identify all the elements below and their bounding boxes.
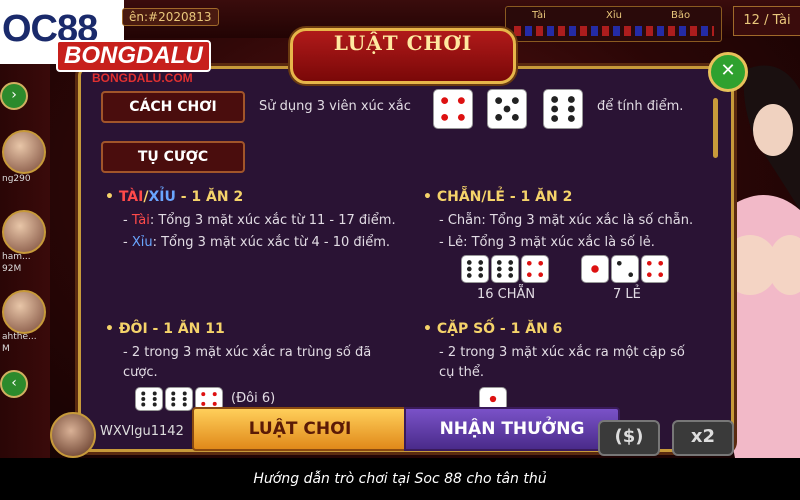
- brand-name: BONGDALU: [56, 40, 211, 72]
- doi-die-2: [165, 387, 193, 411]
- taixiu-line-2: - Xỉu: Tổng 3 mặt xúc xắc từ 4 - 10 điểm…: [123, 235, 391, 250]
- capso-heading: • CẶP SỐ - 1 ĂN 6: [423, 321, 563, 337]
- username: WXVlgu1142: [100, 424, 184, 439]
- bets-button[interactable]: TỤ CƯỢC: [101, 141, 245, 173]
- rules-modal: CÁCH CHƠI Sử dụng 3 viên xúc xắc để tính…: [78, 66, 734, 452]
- chanle-line-1: - Chẵn: Tổng 3 mặt xúc xắc là số chẵn.: [439, 213, 694, 228]
- user-avatar[interactable]: [50, 412, 96, 458]
- xiu-desc: : Tổng 3 mặt xúc xắc từ 4 - 10 điểm.: [152, 235, 391, 250]
- left-player-rail: › ng290 ham... 92M ahthe... M ‹: [0, 64, 50, 458]
- doi-example-label: (Đôi 6): [231, 391, 276, 406]
- player-label: M: [2, 344, 10, 354]
- modal-title: LUẬT CHƠI: [290, 28, 516, 84]
- history-tai-label: Tài: [532, 10, 546, 21]
- round-indicator: 12 / Tài: [733, 6, 800, 36]
- taixiu-heading: • TÀI/XỈU - 1 ĂN 2: [105, 189, 244, 205]
- chan-die-1: [461, 255, 489, 283]
- arrow-right-icon[interactable]: ›: [0, 82, 28, 110]
- chanle-heading: • CHẴN/LẺ - 1 ĂN 2: [423, 189, 573, 205]
- tai-desc: : Tổng 3 mặt xúc xắc từ 11 - 17 điểm.: [149, 213, 396, 228]
- capso-line-1: - 2 trong 3 mặt xúc xắc ra một cặp số: [439, 345, 685, 360]
- le-die-2: [611, 255, 639, 283]
- player-avatar[interactable]: [2, 290, 46, 334]
- tab-rules[interactable]: LUẬT CHƠI: [192, 407, 408, 451]
- how-to-play-pre: Sử dụng 3 viên xúc xắc: [259, 99, 411, 114]
- watermark-logo: BONGDALU BONGDALU.COM: [56, 40, 246, 90]
- game-scene: OC88 ên:#2020813 Tài Xỉu Bão 12 / Tài › …: [0, 0, 800, 458]
- player-label: 92M: [2, 264, 22, 274]
- brand-url: BONGDALU.COM: [92, 71, 193, 85]
- le-example-label: 7 LẺ: [613, 287, 641, 302]
- image-caption: Hướng dẫn trò chơi tại Soc 88 cho tân th…: [0, 458, 800, 500]
- double-button[interactable]: x2: [672, 420, 734, 456]
- history-bao-label: Bão: [671, 10, 691, 21]
- intro-die-2: [487, 89, 527, 129]
- chanle-heading-text: CHẴN/LẺ - 1 ĂN 2: [436, 189, 573, 205]
- xiu-key: Xỉu: [131, 235, 153, 250]
- player-id: ên:#2020813: [122, 8, 219, 26]
- chan-die-3: [521, 255, 549, 283]
- history-xiu-label: Xỉu: [606, 10, 622, 21]
- player-avatar[interactable]: [2, 130, 46, 174]
- how-to-play-button[interactable]: CÁCH CHƠI: [101, 91, 245, 123]
- le-die-1: [581, 255, 609, 283]
- doi-heading: • ĐÔI - 1 ĂN 11: [105, 321, 225, 337]
- player-avatar[interactable]: [2, 210, 46, 254]
- intro-die-1: [433, 89, 473, 129]
- player-label: ahthe...: [2, 332, 37, 342]
- how-to-play-post: để tính điểm.: [597, 99, 684, 114]
- intro-die-3: [543, 89, 583, 129]
- chan-die-2: [491, 255, 519, 283]
- doi-line-2: cược.: [123, 365, 158, 380]
- capso-heading-text: CẶP SỐ - 1 ĂN 6: [436, 321, 563, 337]
- player-label: ng290: [2, 174, 31, 184]
- capso-line-2: cụ thể.: [439, 365, 484, 380]
- close-icon[interactable]: ✕: [708, 52, 748, 92]
- chan-example-label: 16 CHẴN: [477, 287, 536, 302]
- chanle-line-2: - Lẻ: Tổng 3 mặt xúc xắc là số lẻ.: [439, 235, 655, 250]
- player-label: ham...: [2, 252, 31, 262]
- tai-word: TÀI: [118, 189, 144, 205]
- tab-rewards[interactable]: NHẬN THƯỞNG: [404, 407, 620, 451]
- le-die-3: [641, 255, 669, 283]
- arrow-left-icon[interactable]: ‹: [0, 370, 28, 398]
- taixiu-line-1: - Tài: Tổng 3 mặt xúc xắc từ 11 - 17 điể…: [123, 213, 396, 228]
- doi-heading-text: ĐÔI - 1 ĂN 11: [118, 321, 225, 337]
- currency-button[interactable]: ($): [598, 420, 660, 456]
- taixiu-odds: - 1 ĂN 2: [175, 189, 244, 205]
- tai-key: Tài: [131, 213, 150, 228]
- doi-line-1: - 2 trong 3 mặt xúc xắc ra trùng số đã: [123, 345, 372, 360]
- doi-die-1: [135, 387, 163, 411]
- modal-scrollbar[interactable]: [713, 98, 718, 158]
- history-dots: [514, 26, 714, 36]
- xiu-word: XỈU: [148, 189, 176, 205]
- taixiu-history-bar[interactable]: Tài Xỉu Bão: [505, 6, 722, 42]
